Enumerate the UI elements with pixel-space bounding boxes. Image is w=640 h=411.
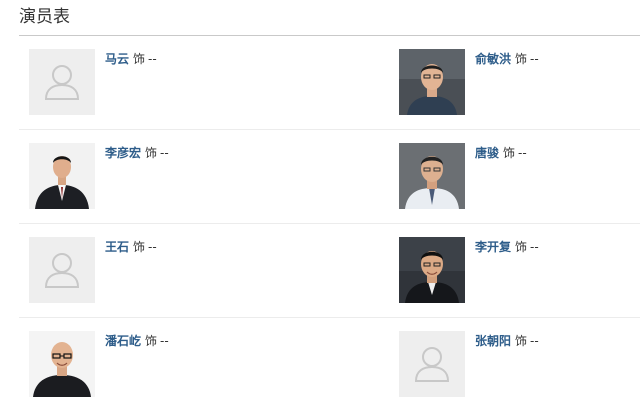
cast-list: 马云饰 -- 俞敏洪饰 -- 李彦宏 饰 -- 唐骏 饰 -- 王石 饰 -- …	[19, 36, 640, 411]
actor-name-link[interactable]: 马云	[105, 52, 129, 66]
cast-text: 马云饰 --	[105, 51, 157, 67]
actor-name-link[interactable]: 张朝阳	[475, 334, 511, 348]
actor-name-link[interactable]: 李彦宏	[105, 146, 141, 160]
cast-row: 潘石屹饰 -- 张朝阳饰 --	[19, 318, 640, 411]
placeholder-avatar[interactable]	[29, 49, 95, 115]
user-placeholder-icon	[29, 49, 95, 115]
cast-row: 马云饰 -- 俞敏洪饰 --	[19, 36, 640, 130]
cast-text: 张朝阳饰 --	[475, 333, 539, 349]
actor-name-link[interactable]: 俞敏洪	[475, 52, 511, 66]
cast-text: 李开复饰 --	[475, 239, 539, 255]
role-as-label: 饰	[133, 52, 146, 66]
role-name: --	[518, 146, 527, 160]
portrait-photo	[29, 331, 95, 397]
role-as-label: 饰	[515, 240, 528, 254]
user-placeholder-icon	[29, 237, 95, 303]
role-as-label: 饰	[145, 146, 158, 160]
cast-row: 王石饰 -- 李开复饰 --	[19, 224, 640, 318]
role-name: --	[160, 334, 169, 348]
role-name: --	[148, 240, 157, 254]
cast-text: 俞敏洪饰 --	[475, 51, 539, 67]
actor-name-link[interactable]: 李开复	[475, 240, 511, 254]
actor-name-link[interactable]: 唐骏	[475, 146, 499, 160]
role-name: --	[530, 52, 539, 66]
cast-text: 潘石屹饰 --	[105, 333, 169, 349]
section-title: 演员表	[19, 7, 70, 27]
portrait-photo	[399, 49, 465, 115]
actor-photo[interactable]	[399, 49, 465, 115]
user-placeholder-icon	[399, 331, 465, 397]
role-name: --	[160, 146, 169, 160]
portrait-photo	[29, 143, 95, 209]
role-as-label: 饰	[145, 334, 158, 348]
cast-row: 李彦宏饰 -- 唐骏饰 --	[19, 130, 640, 224]
portrait-photo	[399, 143, 465, 209]
role-name: --	[530, 240, 539, 254]
role-as-label: 饰	[503, 146, 516, 160]
role-name: --	[148, 52, 157, 66]
role-as-label: 饰	[133, 240, 146, 254]
cast-text: 李彦宏饰 --	[105, 145, 169, 161]
actor-photo[interactable]	[399, 237, 465, 303]
actor-photo[interactable]	[399, 143, 465, 209]
actor-photo[interactable]	[29, 143, 95, 209]
role-name: --	[530, 334, 539, 348]
placeholder-avatar[interactable]	[399, 331, 465, 397]
cast-text: 唐骏饰 --	[475, 145, 527, 161]
portrait-photo	[399, 237, 465, 303]
role-as-label: 饰	[515, 52, 528, 66]
actor-name-link[interactable]: 王石	[105, 240, 129, 254]
actor-name-link[interactable]: 潘石屹	[105, 334, 141, 348]
cast-text: 王石饰 --	[105, 239, 157, 255]
role-as-label: 饰	[515, 334, 528, 348]
actor-photo[interactable]	[29, 331, 95, 397]
placeholder-avatar[interactable]	[29, 237, 95, 303]
